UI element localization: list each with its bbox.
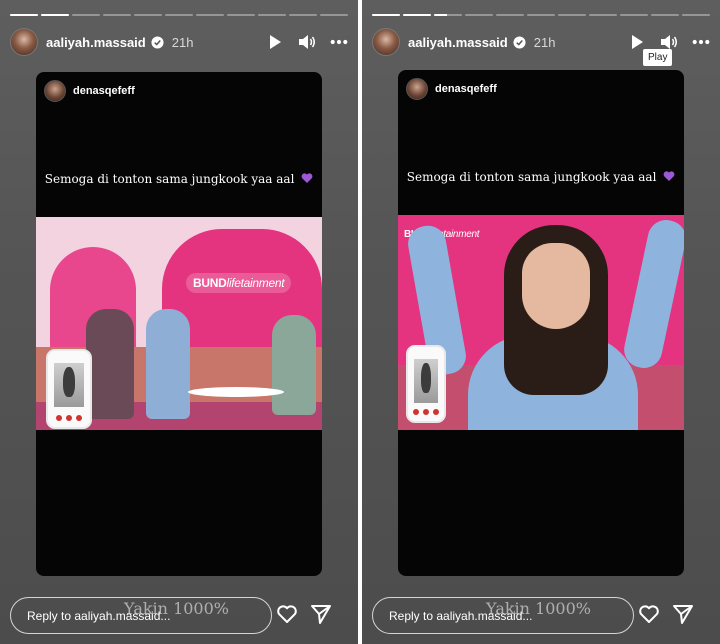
like-button[interactable] [637, 602, 661, 626]
more-icon [692, 39, 710, 45]
progress-segment [227, 14, 255, 16]
guest-face [522, 243, 590, 329]
purple-heart-emoji [301, 173, 313, 183]
more-options-button[interactable] [330, 33, 348, 51]
progress-segment [72, 14, 100, 16]
progress-segment [682, 14, 710, 16]
mute-button[interactable] [298, 33, 316, 51]
avatar[interactable] [372, 28, 400, 56]
watermark-text: Yakin 1000% [486, 599, 591, 618]
progress-segment [403, 14, 431, 16]
host-left [86, 309, 134, 419]
raised-arm-right [620, 216, 684, 372]
shared-post-card[interactable]: denasqefeff Semoga di tonton sama jungko… [398, 70, 684, 576]
send-icon [673, 605, 693, 624]
like-button[interactable] [275, 602, 299, 626]
story-panel-left: aaliyah.massaid 21h denasqefeff Semoga d… [0, 0, 358, 644]
video-frame[interactable]: BUNDlifetainment [36, 217, 322, 430]
progress-segment [372, 14, 400, 16]
progress-segment [465, 14, 493, 16]
progress-segment [320, 14, 348, 16]
volume-icon [299, 35, 315, 49]
progress-segment [10, 14, 38, 16]
progress-segment [527, 14, 555, 16]
verified-icon [151, 35, 164, 49]
story-panel-right: aaliyah.massaid 21h Play denasqefeff Sem… [362, 0, 720, 644]
story-header: aaliyah.massaid 21h [10, 28, 348, 56]
story-progress [372, 14, 710, 16]
post-caption: Semoga di tonton sama jungkook yaa aal [36, 172, 322, 186]
table [188, 387, 284, 397]
volume-icon [661, 35, 677, 49]
watermark-text: Yakin 1000% [124, 599, 229, 618]
phone-overlay [406, 345, 446, 423]
send-icon [311, 605, 331, 624]
caption-text: Semoga di tonton sama jungkook yaa aal [406, 170, 657, 184]
username[interactable]: aaliyah.massaid [46, 35, 146, 50]
more-icon [330, 39, 348, 45]
shared-post-card[interactable]: denasqefeff Semoga di tonton sama jungko… [36, 72, 322, 576]
play-icon [632, 35, 643, 49]
progress-segment [651, 14, 679, 16]
play-tooltip: Play [643, 49, 673, 66]
caption-text: Semoga di tonton sama jungkook yaa aal [44, 172, 295, 186]
shared-post-username[interactable]: denasqefeff [73, 85, 135, 97]
heart-icon [277, 605, 297, 623]
progress-segment [558, 14, 586, 16]
purple-heart-emoji [663, 171, 675, 181]
progress-segment [589, 14, 617, 16]
host-right [272, 315, 316, 415]
send-button[interactable] [671, 602, 695, 626]
progress-segment [496, 14, 524, 16]
play-icon [270, 35, 281, 49]
more-options-button[interactable] [692, 33, 710, 51]
shared-post-avatar[interactable] [44, 80, 66, 102]
progress-segment [41, 14, 69, 16]
shared-post-header: denasqefeff [44, 80, 135, 102]
heart-icon [639, 605, 659, 623]
verified-icon [513, 35, 526, 49]
video-frame[interactable]: BUNDlifetainment [398, 215, 684, 430]
show-logo: BUNDlifetainment [186, 273, 292, 293]
avatar[interactable] [10, 28, 38, 56]
post-caption: Semoga di tonton sama jungkook yaa aal [398, 170, 684, 184]
post-time: 21h [533, 34, 556, 50]
username[interactable]: aaliyah.massaid [408, 35, 508, 50]
progress-segment [165, 14, 193, 16]
post-time: 21h [171, 34, 194, 50]
shared-post-avatar[interactable] [406, 78, 428, 100]
phone-overlay [46, 349, 92, 429]
progress-segment [289, 14, 317, 16]
progress-segment [103, 14, 131, 16]
send-button[interactable] [309, 602, 333, 626]
progress-segment [258, 14, 286, 16]
shared-post-username[interactable]: denasqefeff [435, 83, 497, 95]
progress-segment [620, 14, 648, 16]
guest-center [146, 309, 190, 419]
progress-segment [134, 14, 162, 16]
progress-segment [434, 14, 462, 16]
play-button[interactable] [266, 33, 284, 51]
progress-segment [196, 14, 224, 16]
shared-post-header: denasqefeff [406, 78, 497, 100]
story-progress [10, 14, 348, 16]
